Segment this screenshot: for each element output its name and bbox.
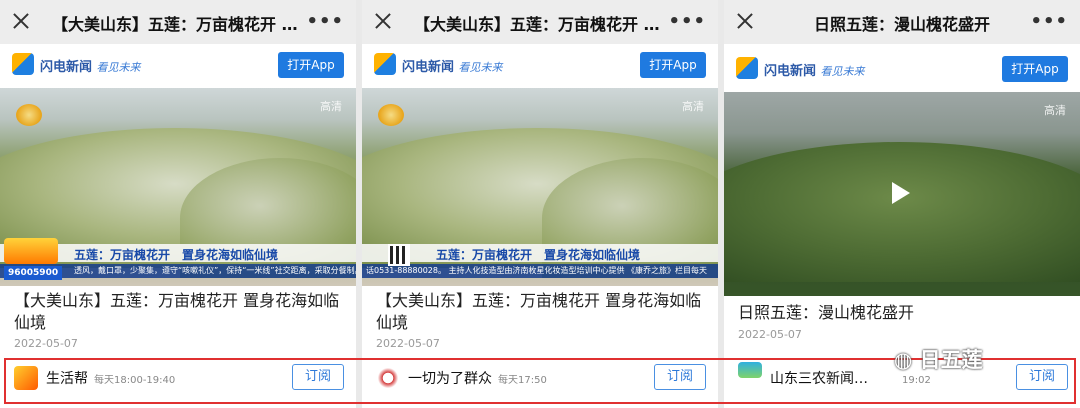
account-watermark: ◍ 日五莲	[894, 344, 983, 374]
publish-date: 2022-05-07	[14, 337, 78, 350]
brand-label: 闪电新闻	[40, 60, 93, 75]
app-logo-icon	[736, 57, 758, 79]
app-banner: 闪电新闻 看见未来 打开App	[362, 44, 718, 88]
app-banner: 闪电新闻 看见未来 打开App	[724, 44, 1080, 88]
video-ticker-text: 话0531-88880028。 主持人化技造型由济南枚星化妆造型培训中心提供 《…	[366, 266, 708, 275]
brand-name: 闪电新闻 看见未来	[40, 56, 141, 75]
hd-label: 高清	[682, 100, 704, 113]
close-icon[interactable]	[10, 10, 32, 32]
page-title: 日照五莲：漫山槐花盛开	[813, 15, 990, 34]
app-banner: 闪电新闻 看见未来 打开App	[0, 44, 356, 88]
app-logo-icon	[12, 53, 34, 75]
brand-name: 闪电新闻 看见未来	[764, 60, 865, 79]
open-app-button[interactable]: 打开App	[640, 52, 706, 78]
hotline-badge: 96005900	[4, 266, 63, 280]
publish-date: 2022-05-07	[738, 328, 802, 341]
brand-slogan: 看见未来	[820, 65, 865, 78]
close-icon[interactable]	[372, 10, 394, 32]
page-title: 【大美山东】五莲：万亩槐花开 置身花海如临仙境	[52, 15, 304, 34]
video-player[interactable]: 高清	[724, 92, 1080, 296]
video-headline: 【大美山东】五莲：万亩槐花开 置身花海如临仙境	[376, 291, 702, 332]
nav-bar: 【大美山东】五莲：万亩槐花开 置身花海如临仙境 •••	[0, 0, 356, 44]
play-icon[interactable]	[892, 182, 910, 204]
nav-bar: 【大美山东】五莲：万亩槐花开 置身花海如临仙境 •••	[362, 0, 718, 44]
brand-label: 闪电新闻	[764, 64, 817, 79]
video-banner-title: 五莲：万亩槐花开 置身花海如临仙境	[436, 248, 641, 262]
brand-name: 闪电新闻 看见未来	[402, 56, 503, 75]
open-app-button[interactable]: 打开App	[1002, 56, 1068, 82]
more-icon[interactable]: •••	[1030, 11, 1068, 32]
screenshot-stage: 【大美山东】五莲：万亩槐花开 置身花海如临仙境 ••• 闪电新闻 看见未来 打开…	[0, 0, 1080, 408]
channel-logo-icon	[378, 104, 404, 126]
app-logo-icon	[374, 53, 396, 75]
brand-slogan: 看见未来	[458, 61, 503, 74]
video-ticker-text: 透风，戴口罩，少聚集，遵守“咳嗽礼仪”，保持“一米线”社交距离，采取分餐制。	[74, 266, 356, 275]
video-banner-title: 五莲：万亩槐花开 置身花海如临仙境	[74, 248, 279, 262]
video-headline: 日照五莲：漫山槐花盛开	[738, 303, 915, 322]
wechat-icon: ◍	[894, 348, 913, 372]
brand-slogan: 看见未来	[96, 61, 141, 74]
brand-label: 闪电新闻	[402, 60, 455, 75]
hd-label: 高清	[1044, 104, 1066, 117]
publish-date: 2022-05-07	[376, 337, 440, 350]
video-player[interactable]: 高清 五莲：万亩槐花开 置身花海如临仙境 透风，戴口罩，少聚集，遵守“咳嗽礼仪”…	[0, 88, 356, 286]
phone-panel-2: 【大美山东】五莲：万亩槐花开 置身花海如临仙境 ••• 闪电新闻 看见未来 打开…	[362, 0, 718, 408]
nav-bar: 日照五莲：漫山槐花盛开 •••	[724, 0, 1080, 44]
channel-logo-icon	[16, 104, 42, 126]
program-badge-icon	[4, 238, 58, 264]
account-watermark-label: 日五莲	[919, 348, 983, 372]
video-headline: 【大美山东】五莲：万亩槐花开 置身花海如临仙境	[14, 291, 340, 332]
more-icon[interactable]: •••	[668, 11, 706, 32]
phone-panel-1: 【大美山东】五莲：万亩槐花开 置身花海如临仙境 ••• 闪电新闻 看见未来 打开…	[0, 0, 356, 408]
hd-label: 高清	[320, 100, 342, 113]
open-app-button[interactable]: 打开App	[278, 52, 344, 78]
page-title: 【大美山东】五莲：万亩槐花开 置身花海如临仙境	[414, 15, 666, 34]
qr-code-icon	[388, 244, 410, 266]
video-player[interactable]: 高清 五莲：万亩槐花开 置身花海如临仙境 话0531-88880028。 主持人…	[362, 88, 718, 286]
more-icon[interactable]: •••	[306, 11, 344, 32]
